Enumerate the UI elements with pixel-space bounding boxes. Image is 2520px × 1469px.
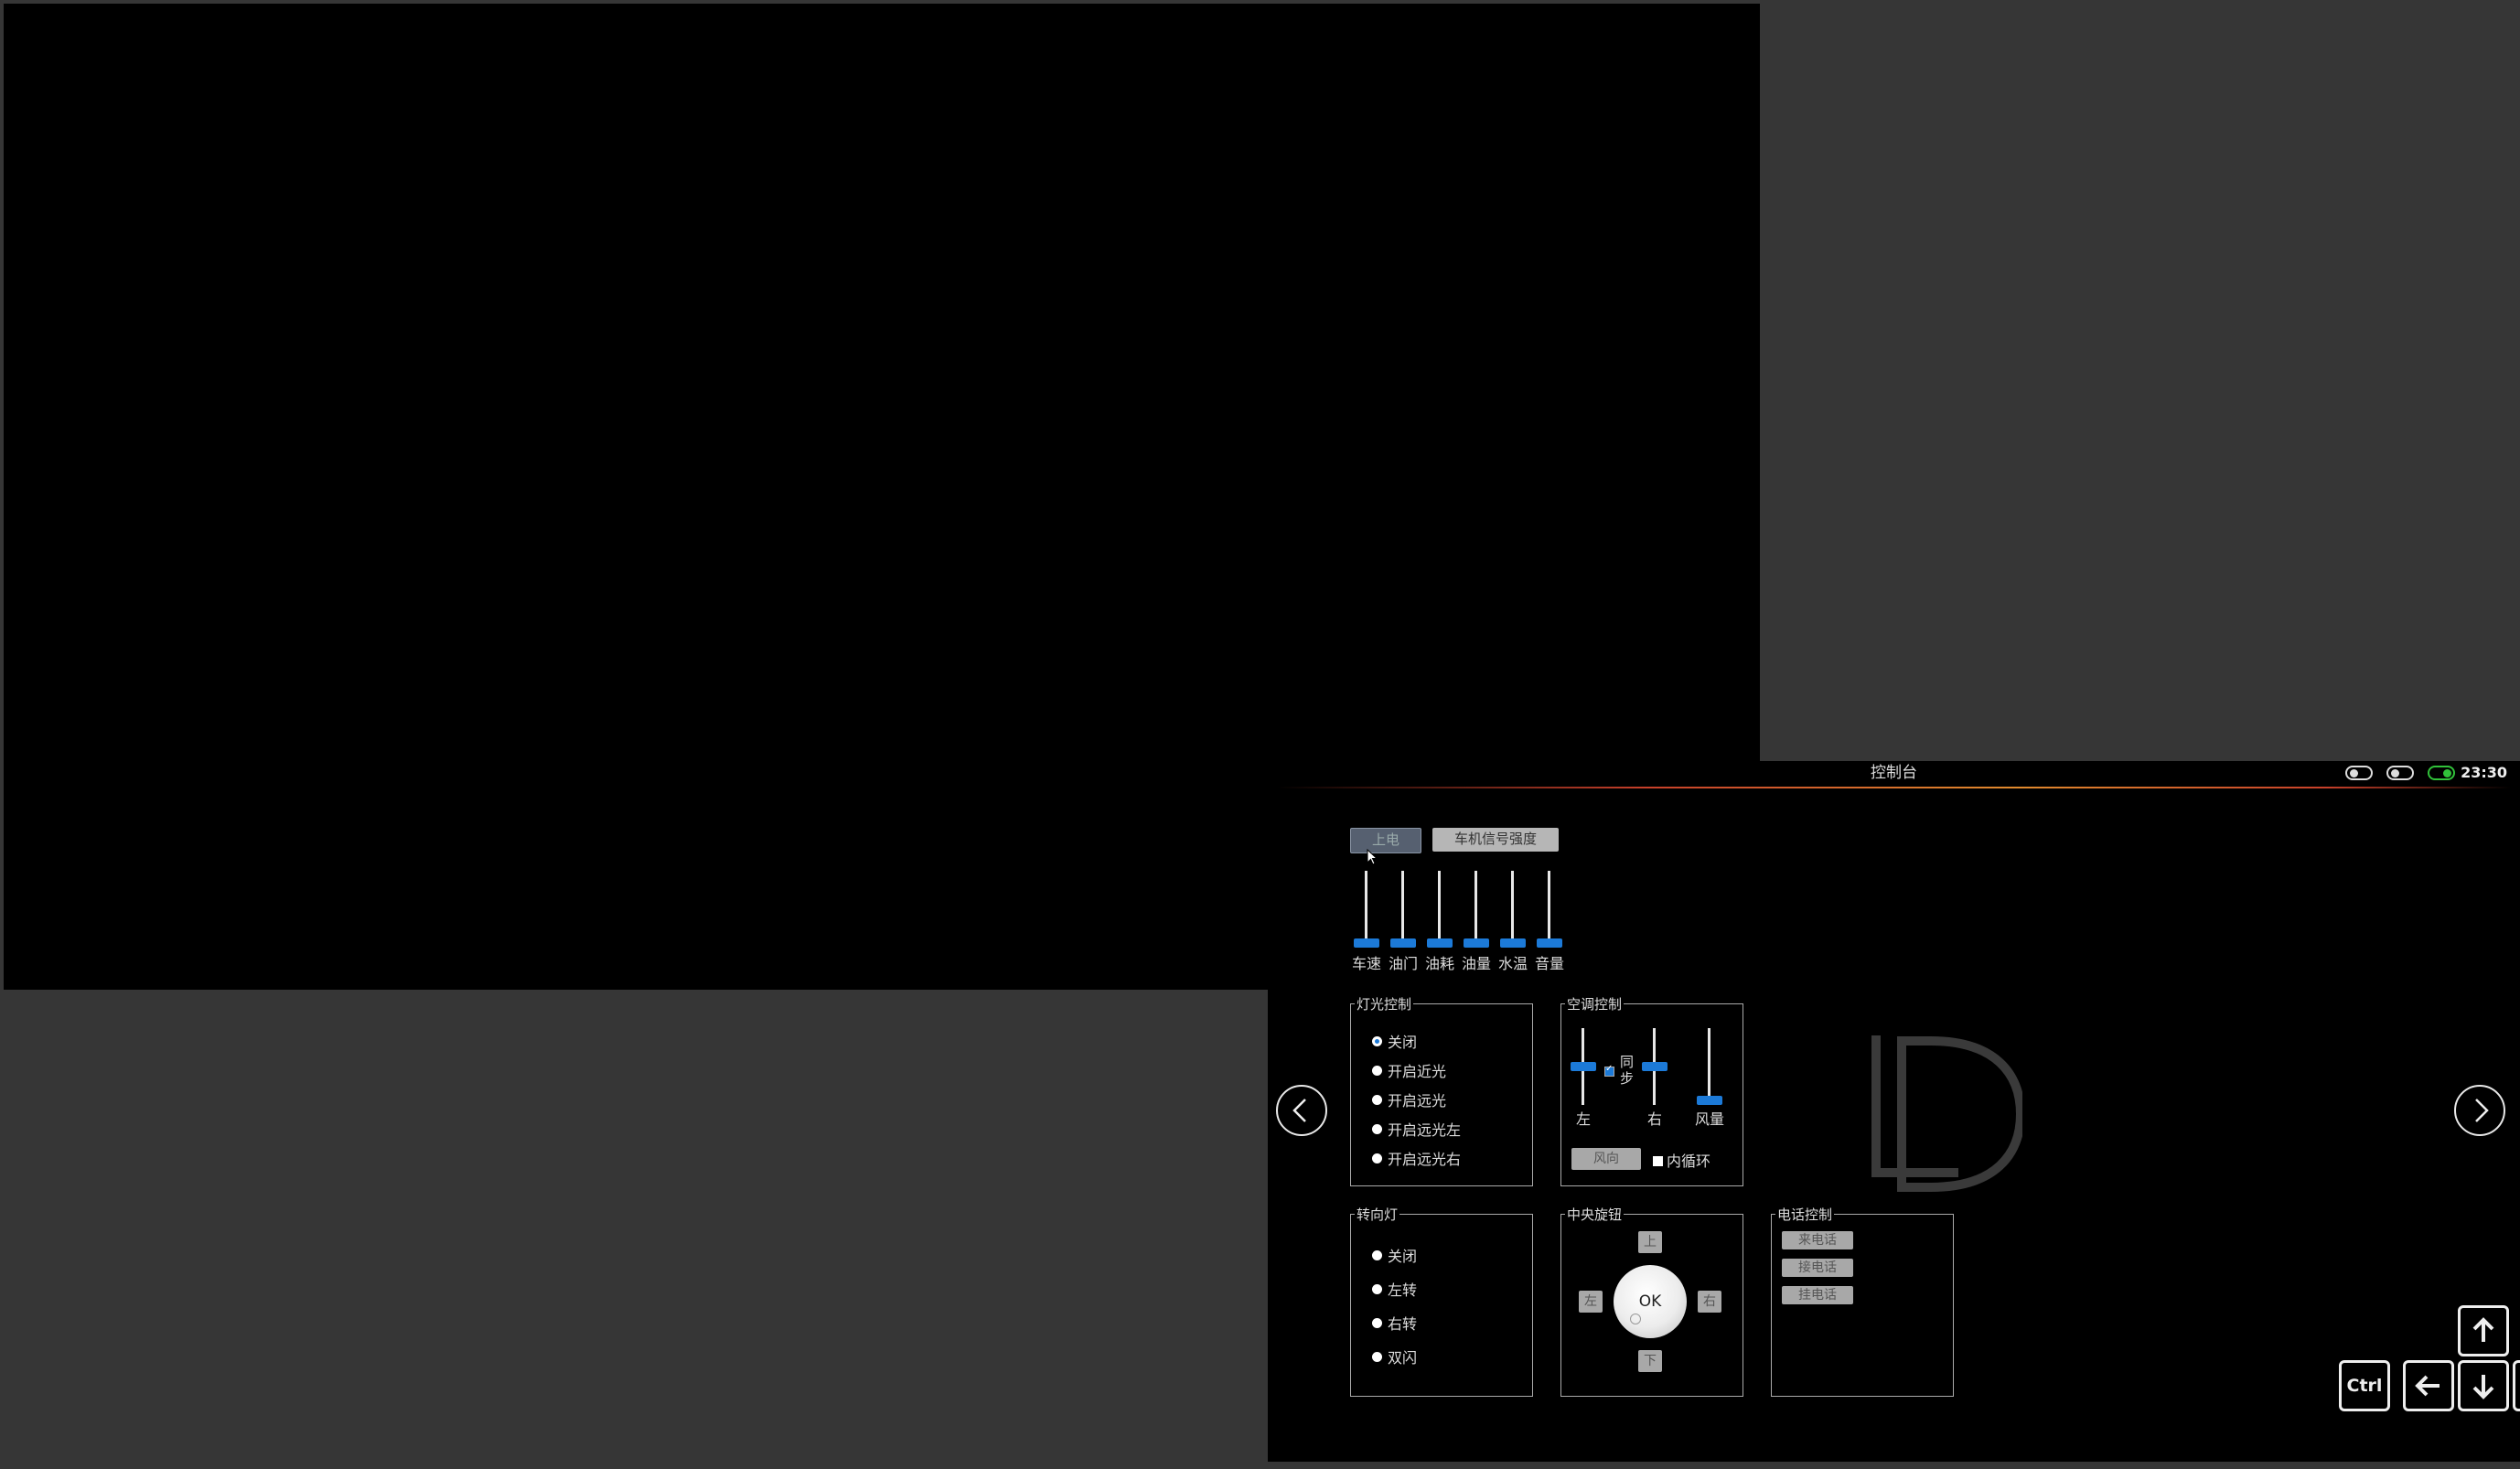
arrow-down-icon [2472, 1375, 2494, 1399]
radio-dot [1372, 1249, 1382, 1260]
gauge-slider-2[interactable] [1421, 871, 1458, 948]
ac-right-slider[interactable] [1636, 1028, 1673, 1105]
gauge-slider-5[interactable] [1531, 871, 1568, 948]
radio-label: 开启远光 [1388, 1092, 1447, 1110]
radio-dot [1372, 1351, 1382, 1362]
fan-level-slider[interactable] [1691, 1028, 1728, 1105]
arrow-left-key[interactable] [2403, 1360, 2454, 1411]
ac-right-label: 右 [1646, 1110, 1662, 1128]
radio-dot [1372, 1153, 1382, 1163]
ld-logo [1871, 1035, 2022, 1192]
ac-left-slider[interactable] [1565, 1028, 1602, 1105]
clock: 23:30 [2461, 764, 2507, 781]
radio-label: 开启远光左 [1388, 1121, 1462, 1139]
turn-signal-title: 转向灯 [1357, 1206, 1399, 1223]
gauge-label: 水温 [1497, 955, 1528, 972]
hang-up-button[interactable]: 挂电话 [1782, 1286, 1853, 1304]
gauge-label: 油量 [1461, 955, 1491, 972]
knob-up-button[interactable]: 上 [1638, 1231, 1662, 1253]
gauge-slider-1[interactable] [1385, 871, 1421, 948]
gauge-label: 音量 [1534, 955, 1564, 972]
ctrl-key[interactable]: Ctrl [2339, 1360, 2390, 1411]
incoming-call-button[interactable]: 来电话 [1782, 1231, 1853, 1249]
recirculation-label: 内循环 [1667, 1153, 1711, 1170]
turn-radio-0[interactable]: 关闭 [1372, 1244, 1417, 1266]
arrow-down-key[interactable] [2458, 1360, 2509, 1411]
radio-dot [1372, 1065, 1382, 1076]
light-radio-3[interactable]: 开启远光左 [1372, 1118, 1461, 1140]
ctrl-key-label: Ctrl [2346, 1376, 2383, 1396]
chevron-left-icon [1292, 1099, 1306, 1122]
turn-radio-2[interactable]: 右转 [1372, 1312, 1417, 1334]
gauge-slider-4[interactable] [1495, 871, 1531, 948]
signal-strength-button[interactable]: 车机信号强度 [1432, 828, 1559, 852]
radio-dot [1372, 1035, 1382, 1046]
radio-label: 关闭 [1388, 1248, 1418, 1265]
light-radio-0[interactable]: 关闭 [1372, 1030, 1417, 1052]
chevron-right-icon [2475, 1099, 2489, 1122]
radio-dot [1372, 1094, 1382, 1105]
title-bar: 控制台 23:30 [1268, 761, 2520, 787]
toggle-switch-3[interactable] [2428, 766, 2455, 780]
title-divider [1277, 787, 2511, 788]
gauge-slider-3[interactable] [1458, 871, 1495, 948]
turn-radio-3[interactable]: 双闪 [1372, 1346, 1417, 1367]
knob-down-button[interactable]: 下 [1638, 1350, 1662, 1372]
radio-dot [1372, 1123, 1382, 1134]
prev-page-button[interactable] [1276, 1085, 1327, 1136]
central-knob-title: 中央旋钮 [1567, 1206, 1623, 1223]
light-radio-2[interactable]: 开启远光 [1372, 1088, 1446, 1110]
knob-right-button[interactable]: 右 [1698, 1291, 1721, 1313]
window-title: 控制台 [1871, 764, 1917, 782]
knob-ok-button[interactable]: OK [1614, 1265, 1687, 1338]
arrow-left-icon [2415, 1375, 2440, 1397]
next-page-button[interactable] [2454, 1085, 2505, 1136]
phone-control-title: 电话控制 [1777, 1206, 1833, 1223]
arrow-up-icon [2472, 1317, 2494, 1342]
knob-left-button[interactable]: 左 [1579, 1291, 1603, 1313]
radio-label: 左转 [1388, 1281, 1418, 1299]
answer-call-button[interactable]: 接电话 [1782, 1259, 1853, 1277]
recirculation-checkbox[interactable] [1653, 1153, 1663, 1170]
turn-signal-group: 转向灯 [1350, 1205, 1533, 1397]
arrow-right-key[interactable] [2513, 1360, 2520, 1411]
turn-radio-1[interactable]: 左转 [1372, 1278, 1417, 1300]
radio-label: 开启远光右 [1388, 1151, 1462, 1168]
radio-label: 开启近光 [1388, 1063, 1447, 1080]
radio-dot [1372, 1317, 1382, 1328]
ac-control-title: 空调控制 [1567, 996, 1623, 1013]
toggle-switch-2[interactable] [2386, 766, 2414, 780]
fan-level-label: 风量 [1694, 1110, 1724, 1128]
gauge-label: 油门 [1388, 955, 1418, 972]
radio-label: 右转 [1388, 1315, 1418, 1333]
light-radio-1[interactable]: 开启近光 [1372, 1059, 1446, 1081]
mouse-cursor-icon [1367, 849, 1378, 865]
radio-label: 关闭 [1388, 1034, 1418, 1051]
arrow-up-key[interactable] [2458, 1305, 2509, 1356]
knob-ok-label: OK [1638, 1292, 1662, 1311]
gauge-label: 车速 [1351, 955, 1381, 972]
wind-direction-button[interactable]: 风向 [1571, 1148, 1641, 1170]
ac-left-label: 左 [1575, 1110, 1591, 1128]
control-panel-window: 控制台 23:30 上电 车机信号强度 车速 油门 油耗 油量 水温 音量 灯光控制 关闭… [1268, 761, 2520, 1462]
power-on-button[interactable]: 上电 [1350, 828, 1421, 853]
gauge-slider-0[interactable] [1348, 871, 1385, 948]
light-radio-4[interactable]: 开启远光右 [1372, 1147, 1461, 1169]
knob-indicator [1630, 1314, 1641, 1324]
gauge-label: 油耗 [1424, 955, 1454, 972]
radio-label: 双闪 [1388, 1349, 1418, 1367]
sync-checkbox[interactable] [1604, 1063, 1614, 1080]
light-control-title: 灯光控制 [1357, 996, 1412, 1013]
toggle-switch-1[interactable] [2345, 766, 2373, 780]
radio-dot [1372, 1283, 1382, 1294]
sync-label: 同步 [1620, 1054, 1635, 1087]
